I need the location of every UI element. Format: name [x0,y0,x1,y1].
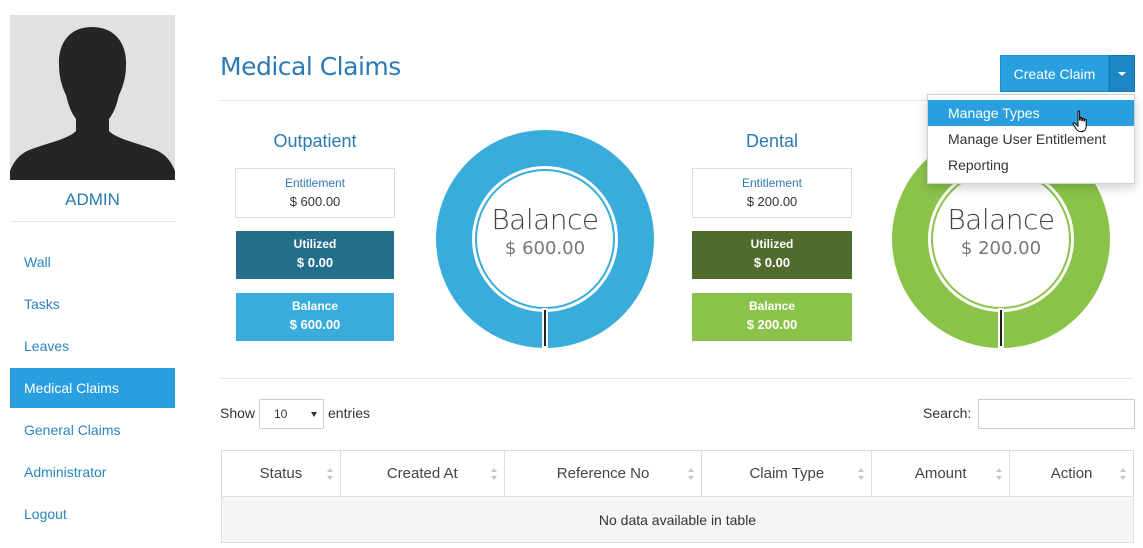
utilized-value: $ 0.00 [296,255,334,270]
entitlement-value: $ 200.00 [746,194,798,209]
table-header-row: Status Created At Reference No Claim Typ… [221,450,1134,497]
caret-down-icon [1118,71,1126,76]
sidebar-item-leaves[interactable]: Leaves [10,326,175,366]
search-label: Search: [923,405,972,421]
column-label: Created At [386,465,458,482]
sidebar-item-logout[interactable]: Logout [10,494,175,534]
create-claim-dropdown-menu: Manage Types Manage User Entitlement Rep… [927,94,1135,184]
create-claim-button-group: Create Claim [1000,55,1135,92]
entitlement-label: Entitlement [741,176,803,190]
claims-table: Status Created At Reference No Claim Typ… [221,450,1134,543]
sidebar: ADMIN Wall Tasks Leaves Medical Claims G… [10,15,175,536]
sort-both-icon [996,468,1003,480]
hand-pointer-icon [1072,110,1087,132]
sort-both-icon [490,468,497,480]
donut-text-outpatient: Balance $ 600.00 [465,203,625,259]
utilized-box-outpatient: Utilized $ 0.00 [236,231,394,279]
entitlement-label: Entitlement [284,176,346,190]
create-claim-dropdown-toggle[interactable] [1109,55,1135,92]
donut-value: $ 200.00 [960,238,1042,259]
entitlement-box-dental: Entitlement $ 200.00 [692,168,852,218]
donut-label: Balance [947,203,1055,236]
sidebar-nav: Wall Tasks Leaves Medical Claims General… [10,242,175,534]
sort-both-icon [688,468,695,480]
chevron-down-icon [311,412,317,417]
balance-box-dental: Balance $ 200.00 [692,293,852,341]
menu-item-manage-types[interactable]: Manage Types [928,100,1134,126]
column-label: Amount [914,465,967,482]
entries-label: entries [328,405,371,421]
column-header-action[interactable]: Action [1009,450,1134,497]
balance-value: $ 600.00 [289,317,341,332]
sort-both-icon [1120,468,1126,480]
donut-label: Balance [491,203,599,236]
balance-label: Balance [748,299,796,313]
claim-title-outpatient: Outpatient [273,131,357,151]
sidebar-item-tasks[interactable]: Tasks [10,284,175,324]
entitlement-box-outpatient: Entitlement $ 600.00 [235,168,395,218]
utilized-label: Utilized [293,237,337,251]
menu-item-reporting[interactable]: Reporting [928,152,1134,178]
column-header-reference-no[interactable]: Reference No [503,450,703,497]
donut-text-dental: Balance $ 200.00 [921,203,1081,259]
column-header-status[interactable]: Status [221,450,341,497]
column-header-amount[interactable]: Amount [871,450,1011,497]
claim-title-dental: Dental [745,131,799,151]
page-title: Medical Claims [220,52,401,81]
column-header-claim-type[interactable]: Claim Type [701,450,873,497]
username: ADMIN [10,180,175,222]
search-input[interactable] [978,399,1135,429]
sort-both-icon [326,468,333,480]
balance-box-outpatient: Balance $ 600.00 [236,293,394,341]
empty-table-message: No data available in table [221,496,1134,543]
avatar [10,15,175,180]
column-label: Reference No [556,465,650,482]
entitlement-value: $ 600.00 [289,194,341,209]
section-divider [220,378,1133,379]
sidebar-item-medical-claims[interactable]: Medical Claims [10,368,175,408]
utilized-label: Utilized [750,237,794,251]
column-header-created-at[interactable]: Created At [339,450,505,497]
utilized-value: $ 0.00 [753,255,791,270]
create-claim-button[interactable]: Create Claim [1000,55,1109,92]
column-label: Action [1050,465,1093,482]
balance-label: Balance [291,299,339,313]
column-label: Claim Type [749,465,825,482]
user-silhouette-icon [10,27,175,180]
menu-item-manage-user-entitlement[interactable]: Manage User Entitlement [928,126,1134,152]
sidebar-item-wall[interactable]: Wall [10,242,175,282]
entries-length-value: 10 [274,407,288,421]
sort-both-icon [858,468,865,480]
table-row: No data available in table [221,496,1134,543]
utilized-box-dental: Utilized $ 0.00 [692,231,852,279]
entries-length-select[interactable]: 10 [259,399,324,429]
show-label: Show [220,405,256,421]
balance-value: $ 200.00 [746,317,798,332]
donut-value: $ 600.00 [504,238,586,259]
sidebar-item-administrator[interactable]: Administrator [10,452,175,492]
column-label: Status [259,465,303,482]
sidebar-item-general-claims[interactable]: General Claims [10,410,175,450]
